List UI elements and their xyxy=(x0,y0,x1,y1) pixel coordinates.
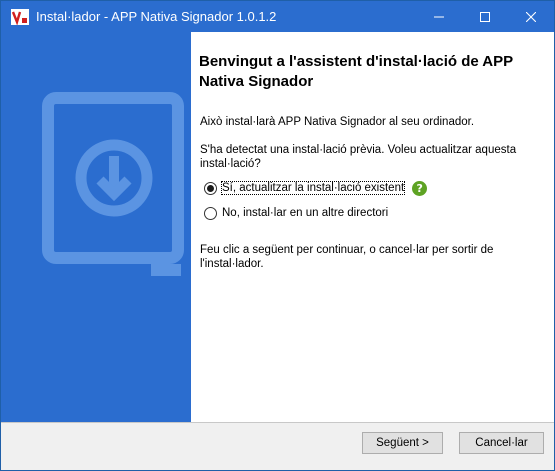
next-button[interactable]: Següent > xyxy=(362,432,443,454)
intro-text: Això instal·larà APP Nativa Signador al … xyxy=(200,116,475,128)
app-logo-icon xyxy=(11,9,29,25)
title-bar[interactable]: Instal·lador - APP Nativa Signador 1.0.1… xyxy=(1,1,554,32)
installer-window: Instal·lador - APP Nativa Signador 1.0.1… xyxy=(0,0,555,471)
minimize-icon xyxy=(434,16,444,17)
radio-button[interactable] xyxy=(204,206,217,220)
radio-button[interactable] xyxy=(204,181,217,195)
window-title: Instal·lador - APP Nativa Signador 1.0.1… xyxy=(36,9,277,24)
instructions-text: Feu clic a següent per continuar, o canc… xyxy=(200,244,494,270)
close-icon xyxy=(526,11,536,22)
wizard-content: Benvingut a l'assistent d'instal·lació d… xyxy=(191,32,554,422)
minimize-button[interactable] xyxy=(416,1,462,32)
radio-install-other-dir-label[interactable]: No, instal·lar en un altre directori xyxy=(222,207,388,219)
radio-update-existing-label[interactable]: Sí, actualitzar la instal·lació existent xyxy=(220,181,406,195)
radio-update-existing[interactable]: Sí, actualitzar la instal·lació existent… xyxy=(204,180,428,196)
radio-install-other-dir[interactable]: No, instal·lar en un altre directori xyxy=(204,205,388,221)
page-title: Benvingut a l'assistent d'instal·lació d… xyxy=(199,53,513,90)
help-icon[interactable]: ? xyxy=(412,180,428,196)
cancel-button[interactable]: Cancel·lar xyxy=(459,432,544,454)
close-button[interactable] xyxy=(508,1,554,32)
wizard-sidebar xyxy=(1,32,191,422)
maximize-icon xyxy=(480,11,490,22)
footer-divider xyxy=(1,422,554,423)
monitor-download-icon xyxy=(42,92,184,276)
maximize-button[interactable] xyxy=(462,1,508,32)
question-text: S'ha detectat una instal·lació prèvia. V… xyxy=(200,144,517,170)
